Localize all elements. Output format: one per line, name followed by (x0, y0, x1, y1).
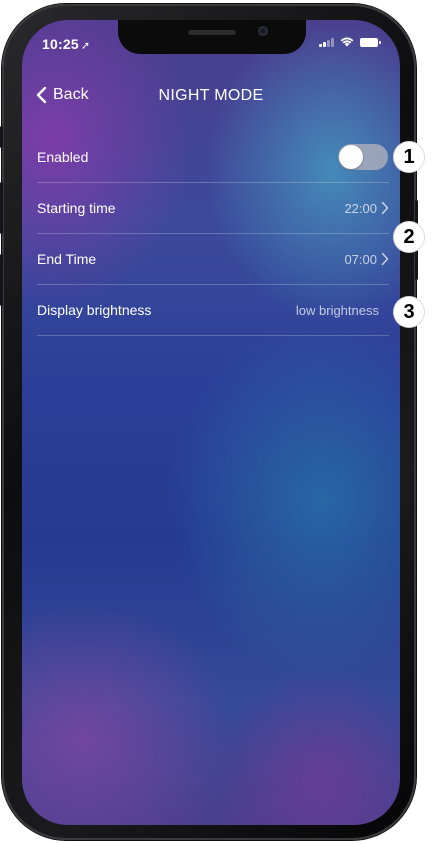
enabled-toggle[interactable] (338, 144, 388, 170)
callout-1: 1 (394, 142, 424, 172)
settings-list: Enabled Starting time 22:00 End Time 07:… (37, 132, 389, 336)
mute-switch (0, 126, 3, 148)
location-arrow-icon: ➚ (80, 40, 91, 52)
volume-up-button (0, 182, 3, 234)
signal-icon (319, 37, 334, 47)
enabled-row[interactable]: Enabled (37, 132, 389, 183)
callout-2: 2 (394, 222, 424, 252)
status-icons (319, 37, 381, 47)
volume-down-button (0, 254, 3, 306)
notch (118, 20, 306, 54)
end-time-value: 07:00 (344, 251, 377, 267)
toggle-knob (339, 145, 363, 169)
starting-time-value: 22:00 (344, 200, 377, 216)
callout-3: 3 (394, 297, 424, 327)
battery-icon (360, 37, 381, 47)
end-time-value-group: 07:00 (344, 252, 389, 267)
display-brightness-label: Display brightness (37, 302, 152, 318)
speaker-grille (188, 30, 236, 35)
end-time-label: End Time (37, 251, 97, 267)
phone-screen: 10:25 ➚ Back NIGHT MODE Enabled Starting … (22, 20, 400, 825)
enabled-label: Enabled (37, 149, 89, 165)
chevron-right-icon (381, 252, 389, 266)
display-brightness-row[interactable]: Display brightness low brightness (37, 285, 389, 336)
status-time: 10:25 ➚ (42, 36, 91, 52)
display-brightness-value-group: low brightness (296, 303, 379, 318)
back-label: Back (53, 86, 89, 103)
chevron-left-icon (36, 86, 47, 104)
chevron-right-icon (381, 201, 389, 215)
end-time-row[interactable]: End Time 07:00 (37, 234, 389, 285)
starting-time-label: Starting time (37, 200, 116, 216)
starting-time-value-group: 22:00 (344, 201, 389, 216)
front-camera (258, 26, 268, 36)
back-button[interactable]: Back (36, 86, 89, 104)
wifi-icon (340, 37, 354, 47)
starting-time-row[interactable]: Starting time 22:00 (37, 183, 389, 234)
display-brightness-value: low brightness (295, 302, 379, 318)
